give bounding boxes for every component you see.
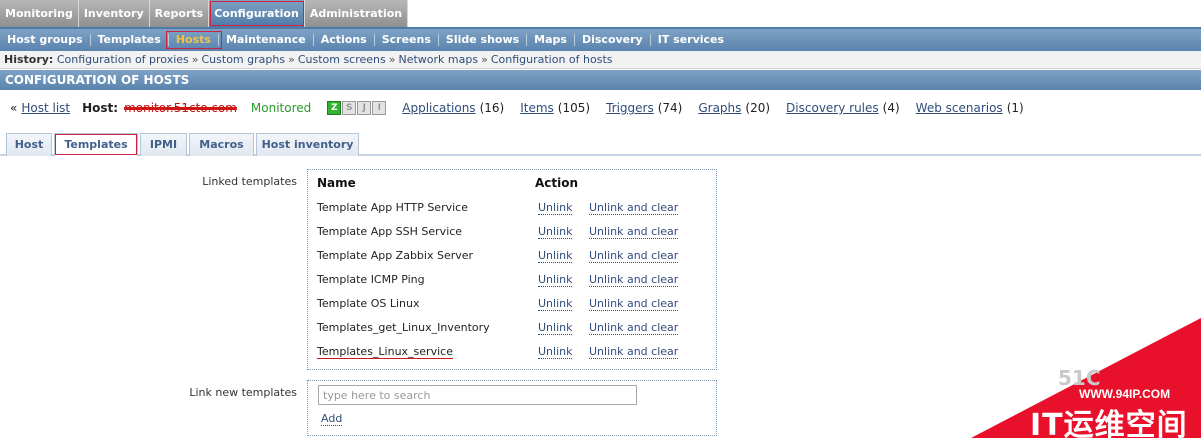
top-menu: Monitoring Inventory Reports Configurati… [0,0,409,27]
tab-bar: Host Templates IPMI Macros Host inventor… [0,131,1201,156]
top-menu-reports[interactable]: Reports [149,0,210,27]
top-menu-administration[interactable]: Administration [304,0,409,27]
table-row: Template App SSH Service Unlink Unlink a… [317,222,707,242]
breadcrumb-separator: » [481,53,488,66]
table-row: Template ICMP Ping Unlink Unlink and cle… [317,270,707,290]
breadcrumb-separator: » [191,53,199,66]
sub-menu-host-groups[interactable]: Host groups [0,34,91,46]
linked-templates-label: Linked templates [202,175,297,188]
sub-menu-hosts[interactable]: Hosts [165,31,222,49]
tab-macros[interactable]: Macros [189,133,254,156]
history-label: History: [4,53,54,66]
page-title: CONFIGURATION OF HOSTS [0,70,1201,90]
unlink-button[interactable]: Unlink [538,225,573,239]
sub-menu-screens[interactable]: Screens [375,34,439,46]
table-row: Template OS Linux Unlink Unlink and clea… [317,294,707,314]
triggers-link[interactable]: Triggers [606,101,654,115]
unlink-button[interactable]: Unlink [538,345,573,359]
host-name: monitor.51cto.com [124,101,237,115]
unlink-button[interactable]: Unlink [538,249,573,263]
host-label: Host: [82,101,119,115]
unlink-and-clear-button[interactable]: Unlink and clear [589,249,679,263]
triggers-count: (74) [657,101,683,115]
template-name: Template App Zabbix Server [317,249,474,262]
table-row: Template App Zabbix Server Unlink Unlink… [317,246,707,266]
unlink-and-clear-button[interactable]: Unlink and clear [589,321,679,335]
jmx-availability-icon: J [357,101,372,115]
unlink-and-clear-button[interactable]: Unlink and clear [589,297,679,311]
template-name: Template App HTTP Service [317,201,468,214]
sub-menu: Host groups Templates Hosts Maintenance … [0,29,1201,51]
tab-ipmi[interactable]: IPMI [140,133,187,156]
top-menu-monitoring[interactable]: Monitoring [0,0,79,27]
sub-menu-it-services[interactable]: IT services [651,34,731,46]
status-badge: Monitored [250,101,312,115]
discovery-rules-link[interactable]: Discovery rules [786,101,879,115]
top-menu-configuration[interactable]: Configuration [209,0,305,27]
template-name: Templates_Linux_service [317,345,453,359]
linked-templates-table: Name Action Template App HTTP Service Un… [307,169,717,370]
sub-menu-maintenance[interactable]: Maintenance [219,34,314,46]
availability-indicators: Z S J I [327,101,387,115]
unlink-and-clear-button[interactable]: Unlink and clear [589,273,679,287]
back-arrow: « [10,101,18,115]
link-new-templates-box: Add [307,380,717,436]
breadcrumb: History: Configuration of proxies» Custom… [0,51,1201,69]
tab-host[interactable]: Host [6,133,52,156]
link-new-templates-label: Link new templates [189,386,297,399]
unlink-button[interactable]: Unlink [538,297,573,311]
applications-count: (16) [479,101,505,115]
graphs-count: (20) [745,101,771,115]
history-item[interactable]: Configuration of proxies [57,53,189,66]
unlink-and-clear-button[interactable]: Unlink and clear [589,225,679,239]
template-name: Template OS Linux [317,297,420,310]
unlink-button[interactable]: Unlink [538,273,573,287]
breadcrumb-separator: » [388,53,396,66]
graphs-link[interactable]: Graphs [698,101,741,115]
breadcrumb-separator: » [288,53,295,66]
top-menu-inventory[interactable]: Inventory [78,0,150,27]
table-row: Template App HTTP Service Unlink Unlink … [317,198,707,218]
unlink-button[interactable]: Unlink [538,321,573,335]
sub-menu-discovery[interactable]: Discovery [575,34,651,46]
ipmi-availability-icon: I [372,101,387,115]
sub-menu-maps[interactable]: Maps [527,34,575,46]
history-item[interactable]: Network maps [398,53,478,66]
watermark-title: IT运维空间 [1030,408,1188,438]
snmp-availability-icon: S [342,101,357,115]
items-link[interactable]: Items [520,101,554,115]
template-name: Templates_get_Linux_Inventory [317,321,490,334]
tab-host-inventory[interactable]: Host inventory [256,133,359,156]
host-summary: « Host list Host: monitor.51cto.com Moni… [10,99,1024,117]
sub-menu-slide-shows[interactable]: Slide shows [439,34,528,46]
template-name: Template App SSH Service [317,225,463,238]
template-name: Template ICMP Ping [317,273,425,286]
column-header-name: Name [317,176,356,190]
tab-templates[interactable]: Templates [54,133,138,156]
zabbix-availability-icon: Z [327,101,342,115]
history-item[interactable]: Configuration of hosts [491,53,613,66]
unlink-and-clear-button[interactable]: Unlink and clear [589,345,679,359]
add-button[interactable]: Add [321,412,343,426]
discovery-rules-count: (4) [882,101,900,115]
sub-menu-actions[interactable]: Actions [314,34,375,46]
history-item[interactable]: Custom graphs [202,53,286,66]
table-row: Templates_get_Linux_Inventory Unlink Unl… [317,318,707,338]
template-search-input[interactable] [318,385,637,405]
watermark-url: WWW.94IP.COM [1079,387,1171,401]
table-row: Templates_Linux_service Unlink Unlink an… [317,342,707,362]
items-count: (105) [557,101,591,115]
host-list-link[interactable]: Host list [21,101,70,115]
unlink-and-clear-button[interactable]: Unlink and clear [589,201,679,215]
web-scenarios-link[interactable]: Web scenarios [916,101,1003,115]
column-header-action: Action [535,176,579,190]
applications-link[interactable]: Applications [402,101,475,115]
web-scenarios-count: (1) [1006,101,1024,115]
sub-menu-templates[interactable]: Templates [91,34,169,46]
unlink-button[interactable]: Unlink [538,201,573,215]
history-item[interactable]: Custom screens [298,53,386,66]
